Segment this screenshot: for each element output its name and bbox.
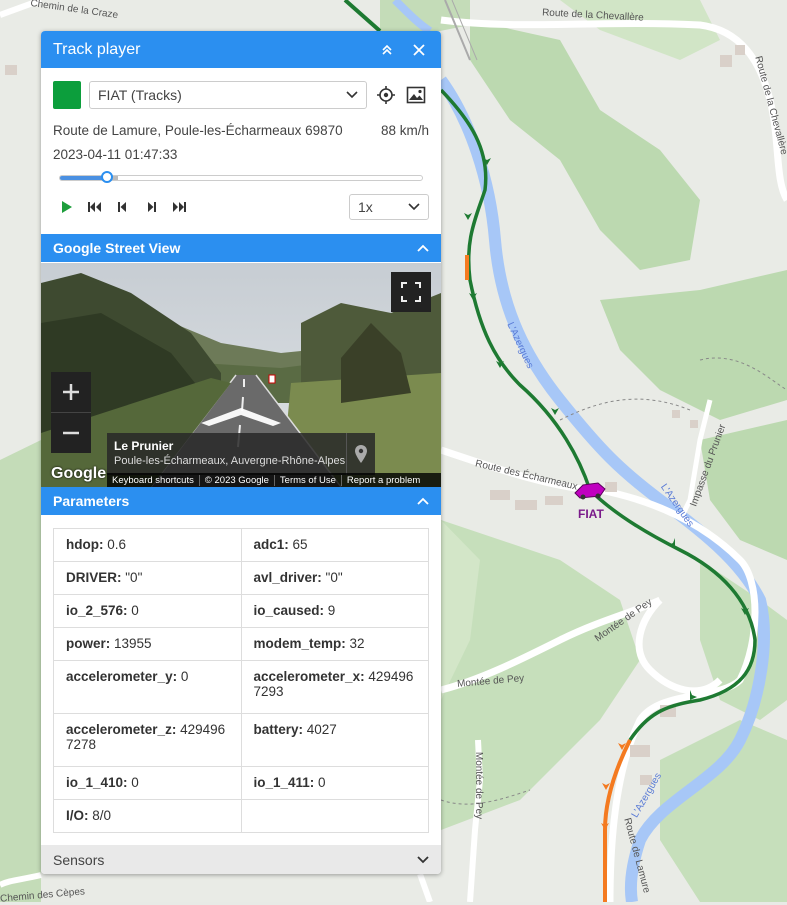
fullscreen-button[interactable] — [391, 272, 431, 312]
parameters-header[interactable]: Parameters — [41, 487, 441, 515]
street-view-image[interactable]: Le Prunier Poule-les-Écharmeaux, Auvergn… — [41, 263, 441, 487]
param-cell: adc1: 65 — [240, 528, 429, 562]
zoom-out-button[interactable] — [51, 413, 91, 453]
sensors-title: Sensors — [53, 851, 105, 868]
param-cell: DRIVER: "0" — [53, 561, 242, 595]
chevron-down-icon — [417, 855, 429, 863]
step-back-icon[interactable] — [109, 194, 137, 220]
datetime: 2023-04-11 01:47:33 — [53, 147, 178, 162]
sensors-header[interactable]: Sensors — [41, 845, 441, 874]
device-color-swatch[interactable] — [53, 81, 81, 109]
slider-thumb[interactable] — [101, 171, 114, 183]
address-row: Route de Lamure, Poule-les-Écharmeaux 69… — [53, 123, 429, 138]
table-row: io_1_410: 0 io_1_411: 0 — [53, 766, 429, 800]
crosshair-icon[interactable] — [375, 84, 397, 106]
street-view-info: Le Prunier Poule-les-Écharmeaux, Auvergn… — [107, 433, 375, 475]
parameters-title: Parameters — [53, 493, 130, 509]
chevron-up-icon — [417, 497, 429, 505]
chevron-up-icon — [417, 244, 429, 252]
map-label: Montée de Pey — [473, 751, 485, 820]
image-icon[interactable] — [405, 84, 427, 106]
terms-link[interactable]: Terms of Use — [275, 474, 342, 486]
table-row: power: 13955 modem_temp: 32 — [53, 627, 429, 661]
playback-controls: 1x — [53, 194, 429, 220]
chevron-down-icon — [346, 91, 358, 99]
street-view-footer: Keyboard shortcuts © 2023 Google Terms o… — [107, 473, 441, 487]
copyright-text: © 2023 Google — [200, 474, 275, 486]
param-cell — [240, 799, 429, 833]
playback-speed-select[interactable]: 1x — [349, 194, 429, 220]
device-select-value: FIAT (Tracks) — [98, 87, 182, 103]
slider-progress — [60, 176, 108, 180]
street-view-title: Google Street View — [53, 240, 181, 256]
param-cell: modem_temp: 32 — [240, 627, 429, 661]
parameters-table: hdop: 0.6 adc1: 65 DRIVER: "0" avl_drive… — [53, 528, 429, 833]
table-row: accelerometer_z: 4294967278 battery: 402… — [53, 713, 429, 767]
speed-value: 88 km/h — [380, 123, 429, 138]
device-row: FIAT (Tracks) — [53, 81, 429, 109]
skip-to-start-icon[interactable] — [81, 194, 109, 220]
param-cell: power: 13955 — [53, 627, 242, 661]
address: Route de Lamure, Poule-les-Écharmeaux 69… — [53, 123, 343, 138]
param-cell: accelerometer_y: 0 — [53, 660, 242, 714]
playback-speed-value: 1x — [358, 199, 373, 215]
street-view-region: Poule-les-Écharmeaux, Auvergne-Rhône-Alp… — [114, 455, 346, 467]
table-row: io_2_576: 0 io_caused: 9 — [53, 594, 429, 628]
street-view-place: Le Prunier — [114, 439, 174, 453]
zoom-in-button[interactable] — [51, 372, 91, 413]
google-logo: Google — [51, 465, 107, 482]
table-row: hdop: 0.6 adc1: 65 — [53, 528, 429, 562]
report-problem-link[interactable]: Report a problem — [342, 475, 425, 486]
param-cell: accelerometer_x: 4294967293 — [240, 660, 429, 714]
panel-header: Track player — [41, 31, 441, 68]
param-cell: io_1_410: 0 — [53, 766, 242, 800]
table-row: DRIVER: "0" avl_driver: "0" — [53, 561, 429, 595]
chevron-down-icon — [408, 203, 420, 211]
map-pin-icon[interactable] — [346, 433, 375, 475]
panel-title: Track player — [53, 40, 141, 58]
vehicle-label: FIAT — [578, 507, 604, 521]
play-icon[interactable] — [53, 194, 81, 220]
param-cell: avl_driver: "0" — [240, 561, 429, 595]
param-cell: hdop: 0.6 — [53, 528, 242, 562]
keyboard-shortcuts-link[interactable]: Keyboard shortcuts — [107, 474, 200, 486]
playback-slider[interactable] — [59, 171, 423, 183]
param-cell: I/O: 8/0 — [53, 799, 242, 833]
param-cell: io_caused: 9 — [240, 594, 429, 628]
skip-to-end-icon[interactable] — [165, 194, 193, 220]
table-row: I/O: 8/0 — [53, 799, 429, 833]
street-view-header[interactable]: Google Street View — [41, 234, 441, 262]
close-icon[interactable] — [409, 40, 429, 60]
param-cell: io_1_411: 0 — [240, 766, 429, 800]
step-forward-icon[interactable] — [137, 194, 165, 220]
device-select[interactable]: FIAT (Tracks) — [89, 81, 367, 109]
param-cell: battery: 4027 — [240, 713, 429, 767]
double-chevron-up-icon[interactable] — [377, 40, 397, 60]
track-player-panel: Track player FIAT (Tracks) Route de Lamu… — [41, 31, 441, 874]
param-cell: accelerometer_z: 4294967278 — [53, 713, 242, 767]
table-row: accelerometer_y: 0 accelerometer_x: 4294… — [53, 660, 429, 714]
param-cell: io_2_576: 0 — [53, 594, 242, 628]
